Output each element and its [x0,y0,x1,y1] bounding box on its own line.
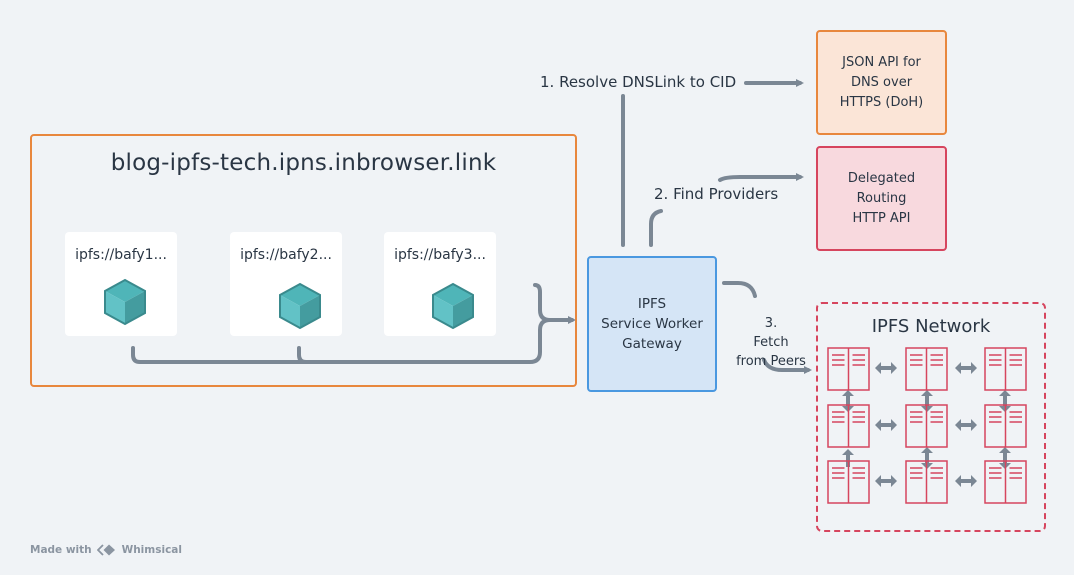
cid-label: ipfs://bafy2... [240,247,332,263]
cid-card-3[interactable]: ipfs://bafy3... [384,232,496,336]
made-with-whimsical[interactable]: Made with Whimsical [30,544,182,556]
doh-line: DNS over [850,74,913,90]
delegated-line: HTTP API [852,210,911,226]
doh-json-api-box[interactable]: JSON API for DNS over HTTPS (DoH) [816,30,947,135]
doh-line: HTTPS (DoH) [839,94,924,110]
step-providers-label: 2. Find Providers [654,185,779,203]
doh-line: JSON API for [842,54,921,70]
whimsical-brand-text: Whimsical [121,544,182,556]
providers-arrow [718,173,804,182]
fetch-connector-top [722,281,757,298]
site-title: blog-ipfs-tech.ipns.inbrowser.link [110,150,497,176]
gateway-line: IPFS [637,296,667,312]
delegated-routing-box[interactable]: Delegated Routing HTTP API [816,146,947,251]
step-resolve-label: 1. Resolve DNSLink to CID [540,73,737,91]
cid-card-2[interactable]: ipfs://bafy2... [230,232,342,336]
cube-icon [104,278,146,326]
cid-label: ipfs://bafy3... [394,247,486,263]
delegated-line: Routing [856,190,907,206]
whimsical-logo-icon [96,544,115,556]
fetch-line: from Peers [736,354,806,369]
cid-label: ipfs://bafy1... [75,247,167,263]
cube-icon [279,282,321,330]
cube-icon [432,282,474,330]
gateway-line: Service Worker [601,316,703,332]
fetch-line: Fetch [753,335,789,350]
delegated-line: Delegated [847,170,916,186]
ipfs-network-title: IPFS Network [871,316,991,337]
service-worker-gateway[interactable]: IPFS Service Worker Gateway [587,256,717,392]
step-fetch-label: 3. Fetch from Peers [735,314,807,371]
providers-connector-vertical [649,209,663,247]
made-with-text: Made with [30,544,92,556]
gateway-line: Gateway [622,336,682,352]
cid-card-1[interactable]: ipfs://bafy1... [65,232,177,336]
fetch-line: 3. [764,316,778,331]
